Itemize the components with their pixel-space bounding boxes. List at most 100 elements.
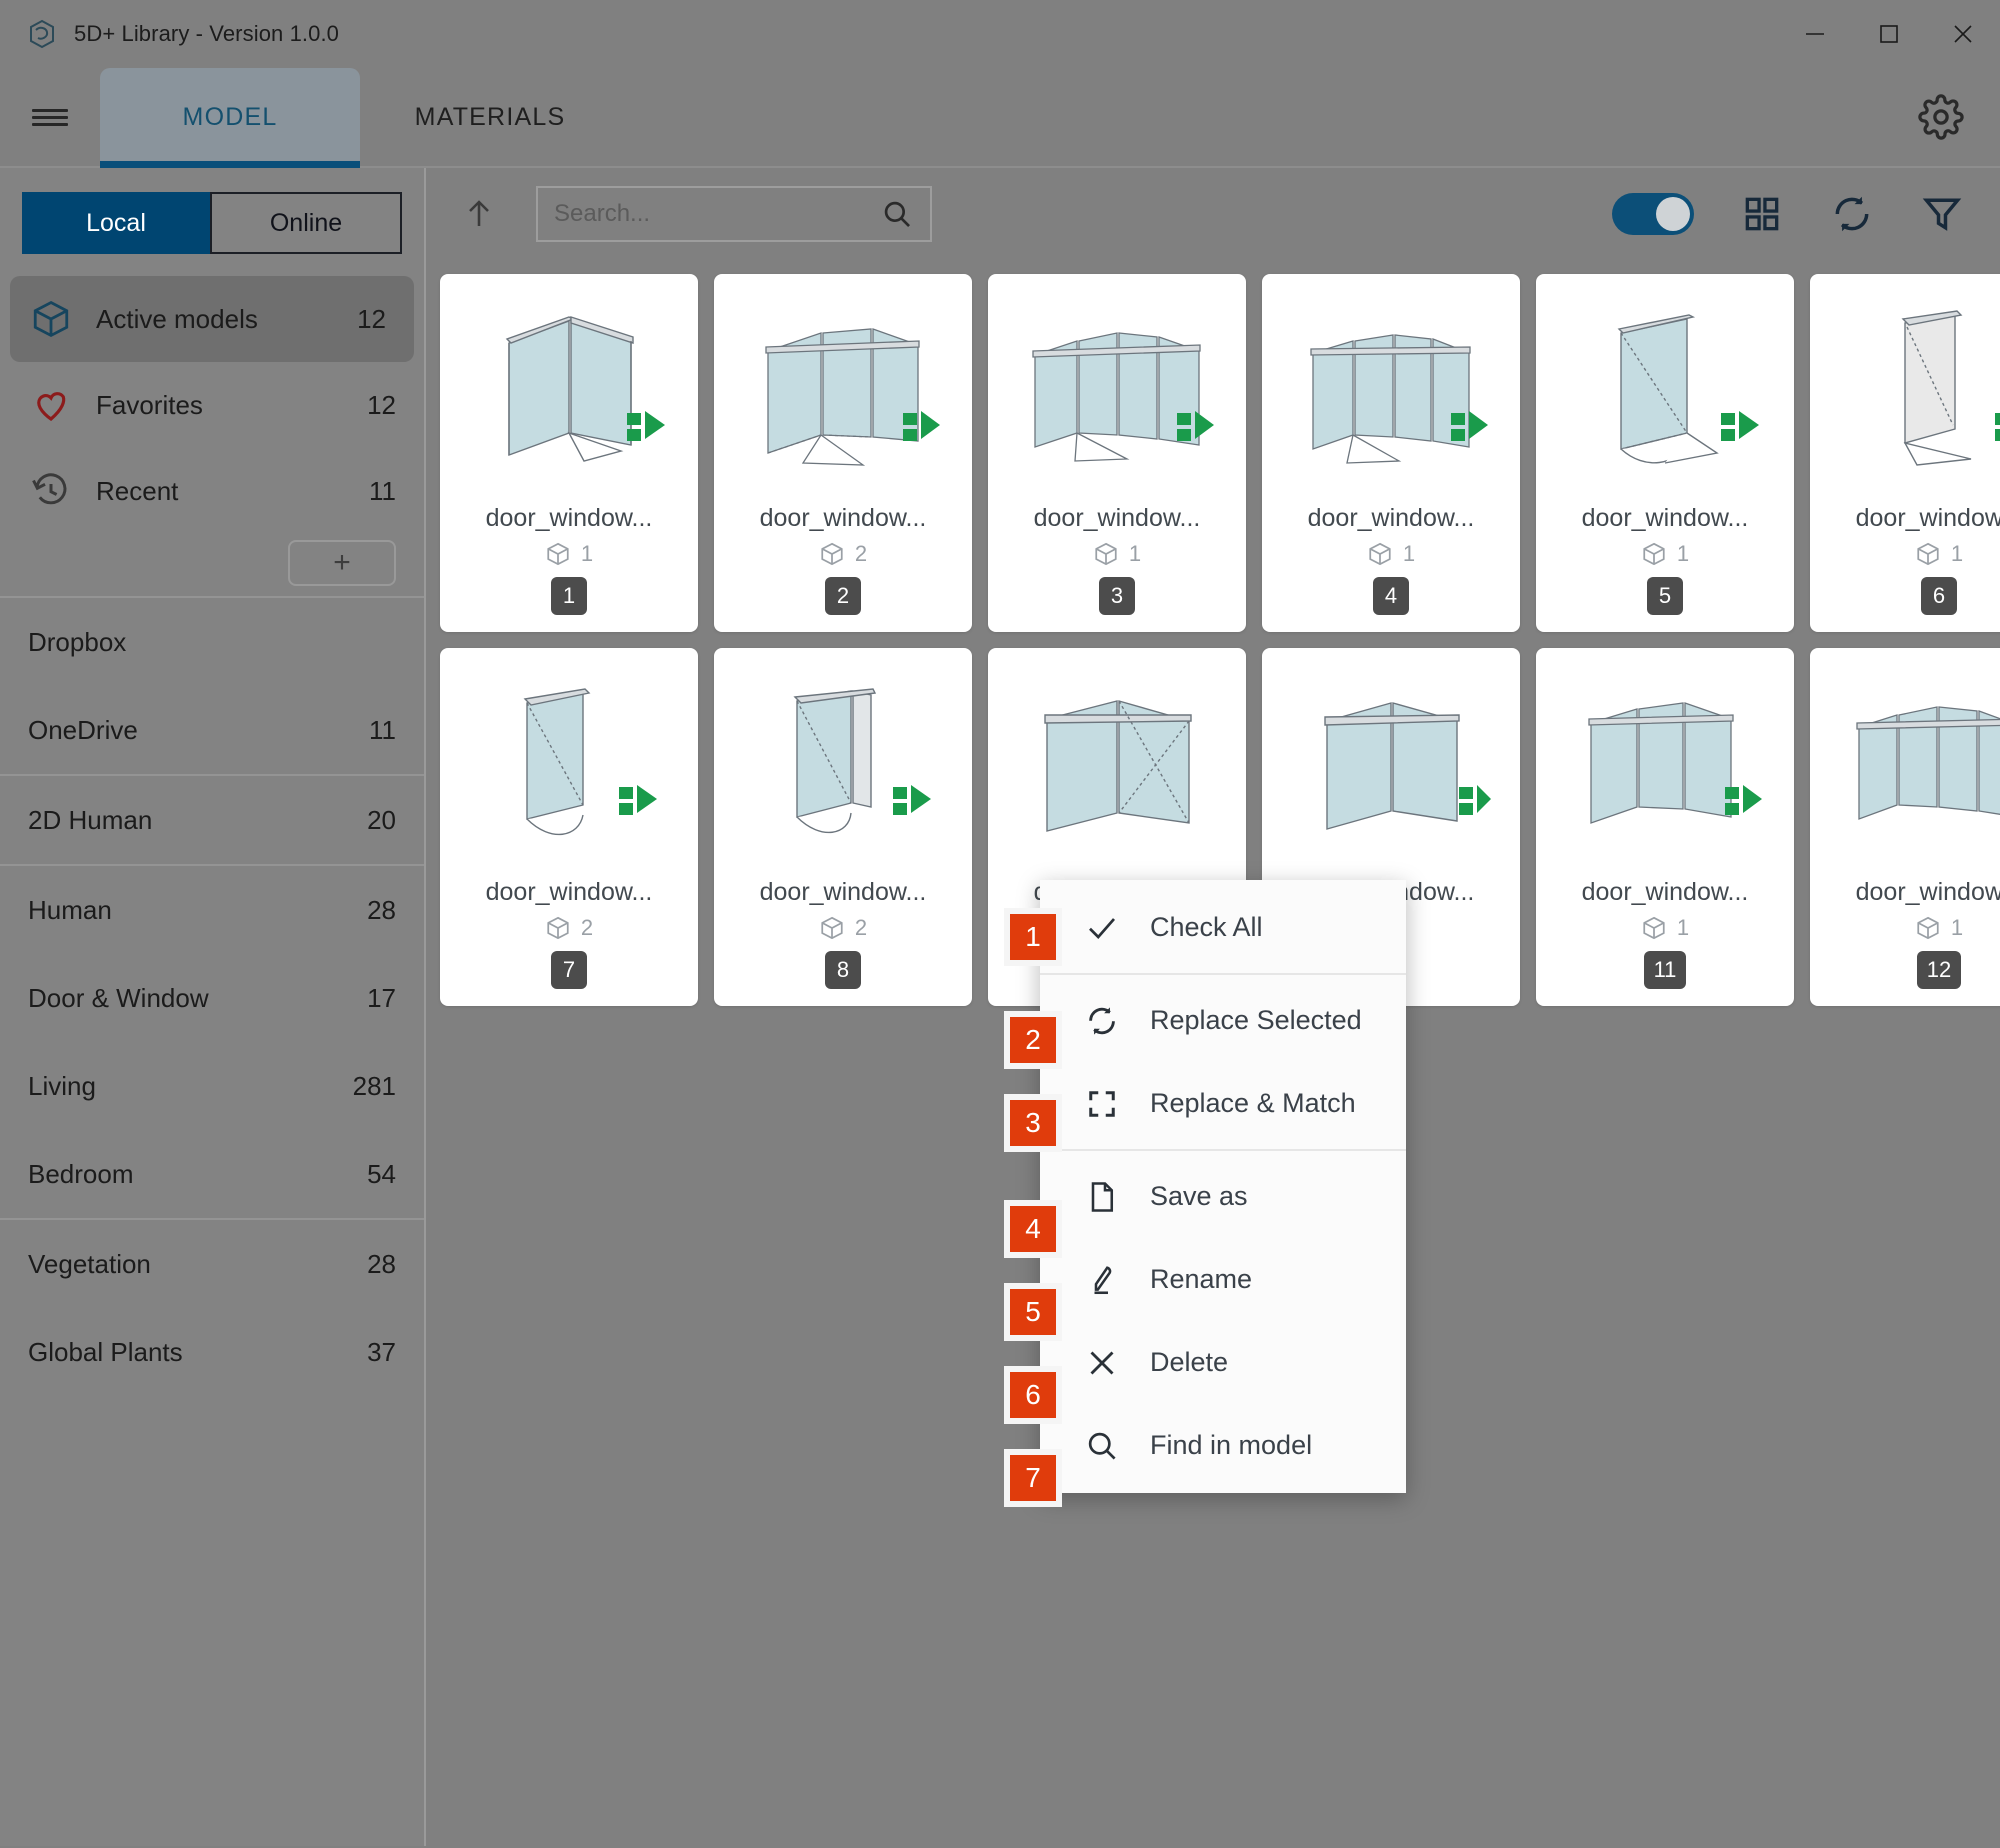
gear-icon[interactable] <box>1918 94 1964 140</box>
sidebar-item-label: Living <box>28 1071 353 1102</box>
sidebar-item-label: Human <box>28 895 367 926</box>
sidebar-item-label: Favorites <box>96 390 367 421</box>
search-icon[interactable] <box>880 197 914 231</box>
model-card[interactable]: door_window... 1 1 <box>440 274 698 632</box>
hamburger-icon[interactable] <box>0 68 100 166</box>
model-card[interactable]: door_window... 1 3 <box>988 274 1246 632</box>
add-folder-button[interactable]: + <box>288 540 396 586</box>
model-index-badge: 5 <box>1647 577 1683 615</box>
local-label: Local <box>86 209 146 238</box>
cube-icon <box>28 296 74 342</box>
local-button[interactable]: Local <box>22 192 210 254</box>
online-button[interactable]: Online <box>210 192 402 254</box>
context-menu-item-replace-and-match[interactable]: Replace & Match <box>1040 1062 1406 1145</box>
search-input[interactable] <box>554 200 880 228</box>
step-badge-1: 1 <box>1010 914 1056 960</box>
sidebar-item-count: 11 <box>369 476 396 507</box>
sidebar-item-global-plants[interactable]: Global Plants 37 <box>0 1308 424 1396</box>
sidebar-item-bedroom[interactable]: Bedroom 54 <box>0 1130 424 1218</box>
model-count: 2 <box>581 915 593 941</box>
sidebar-item-recent[interactable]: Recent 11 <box>0 448 424 534</box>
model-card[interactable]: door_window... 2 2 <box>714 274 972 632</box>
model-card[interactable]: door_window... 2 7 <box>440 648 698 1006</box>
context-menu-item-label: Find in model <box>1150 1430 1312 1461</box>
sidebar-item-favorites[interactable]: Favorites 12 <box>0 362 424 448</box>
context-menu-item-label: Replace & Match <box>1150 1088 1356 1119</box>
cube-icon <box>1641 915 1667 941</box>
model-index-badge: 1 <box>551 577 587 615</box>
model-meta: 1 <box>1093 541 1141 567</box>
model-card[interactable]: door_window... 1 4 <box>1262 274 1520 632</box>
context-menu-item-check-all[interactable]: Check All <box>1040 886 1406 969</box>
sidebar-cloud-group: Dropbox OneDrive 11 <box>0 598 424 774</box>
context-menu-item-delete[interactable]: Delete <box>1040 1321 1406 1404</box>
check-icon <box>1084 910 1120 946</box>
sidebar-item-living[interactable]: Living 281 <box>0 1042 424 1130</box>
tab-materials[interactable]: MATERIALS <box>360 68 620 166</box>
maximize-button[interactable] <box>1852 0 1926 68</box>
sidebar-item-2d-human[interactable]: 2D Human 20 <box>0 776 424 864</box>
source-toggle: Local Online <box>0 168 424 276</box>
window-title: 5D+ Library - Version 1.0.0 <box>74 21 339 47</box>
sidebar-item-count: 20 <box>367 805 396 836</box>
model-count: 2 <box>855 915 867 941</box>
sidebar-item-human[interactable]: Human 28 <box>0 866 424 954</box>
model-thumbnail <box>738 662 948 872</box>
sidebar-item-label: Global Plants <box>28 1337 367 1368</box>
arrow-up-icon[interactable] <box>448 183 510 245</box>
filter-icon[interactable] <box>1920 192 1964 236</box>
sidebar-item-active-models[interactable]: Active models 12 <box>10 276 414 362</box>
cube-icon <box>1915 541 1941 567</box>
context-menu-item-label: Save as <box>1150 1181 1248 1212</box>
model-count: 1 <box>1951 541 1963 567</box>
step-badge-4: 4 <box>1010 1206 1056 1252</box>
sidebar-item-count: 17 <box>367 983 396 1014</box>
minimize-button[interactable] <box>1778 0 1852 68</box>
context-menu-separator <box>1040 1149 1406 1151</box>
toggle-knob <box>1656 197 1690 231</box>
sidebar-item-door-window[interactable]: Door & Window 17 <box>0 954 424 1042</box>
context-menu-item-replace-selected[interactable]: Replace Selected <box>1040 979 1406 1062</box>
model-thumbnail <box>1286 288 1496 498</box>
main-area: Local Online Active models 12 <box>0 168 2000 1846</box>
step-badge-3: 3 <box>1010 1100 1056 1146</box>
context-menu-item-find-in-model[interactable]: Find in model <box>1040 1404 1406 1487</box>
model-count: 1 <box>581 541 593 567</box>
model-card[interactable]: door_window... 1 11 <box>1536 648 1794 1006</box>
model-card[interactable]: door_window... 1 6 <box>1810 274 2000 632</box>
refresh-icon[interactable] <box>1830 192 1874 236</box>
history-icon <box>28 468 74 514</box>
context-menu-item-rename[interactable]: Rename <box>1040 1238 1406 1321</box>
model-card[interactable]: door_window... 2 8 <box>714 648 972 1006</box>
model-name: door_window... <box>486 878 653 907</box>
model-card[interactable]: door_window... 1 5 <box>1536 274 1794 632</box>
add-folder-row: + <box>0 534 424 596</box>
context-menu-item-label: Rename <box>1150 1264 1252 1295</box>
search-box[interactable] <box>536 186 932 242</box>
cube-logo-icon <box>26 18 58 50</box>
sidebar-item-vegetation[interactable]: Vegetation 28 <box>0 1220 424 1308</box>
model-card[interactable]: door_window... 1 12 <box>1810 648 2000 1006</box>
grid-view-icon[interactable] <box>1740 192 1784 236</box>
tab-materials-label: MATERIALS <box>415 103 566 132</box>
context-menu-separator <box>1040 973 1406 975</box>
model-index-badge: 3 <box>1099 577 1135 615</box>
sidebar-categories-group: Human 28 Door & Window 17 Living 281 Bed… <box>0 866 424 1218</box>
model-count: 1 <box>1129 541 1141 567</box>
add-folder-label: + <box>333 546 351 580</box>
model-meta: 1 <box>1641 915 1689 941</box>
sidebar-plants-group: Vegetation 28 Global Plants 37 <box>0 1220 424 1396</box>
sidebar-item-onedrive[interactable]: OneDrive 11 <box>0 686 424 774</box>
sidebar: Local Online Active models 12 <box>0 168 426 1846</box>
model-meta: 2 <box>545 915 593 941</box>
sidebar-item-dropbox[interactable]: Dropbox <box>0 598 424 686</box>
context-menu-item-save-as[interactable]: Save as <box>1040 1155 1406 1238</box>
tab-model[interactable]: MODEL <box>100 68 360 166</box>
model-count: 2 <box>855 541 867 567</box>
model-name: door_window... <box>760 878 927 907</box>
cube-icon <box>1915 915 1941 941</box>
model-thumbnail <box>1012 288 1222 498</box>
model-index-badge: 12 <box>1917 951 1961 989</box>
view-toggle[interactable] <box>1612 193 1694 235</box>
close-button[interactable] <box>1926 0 2000 68</box>
